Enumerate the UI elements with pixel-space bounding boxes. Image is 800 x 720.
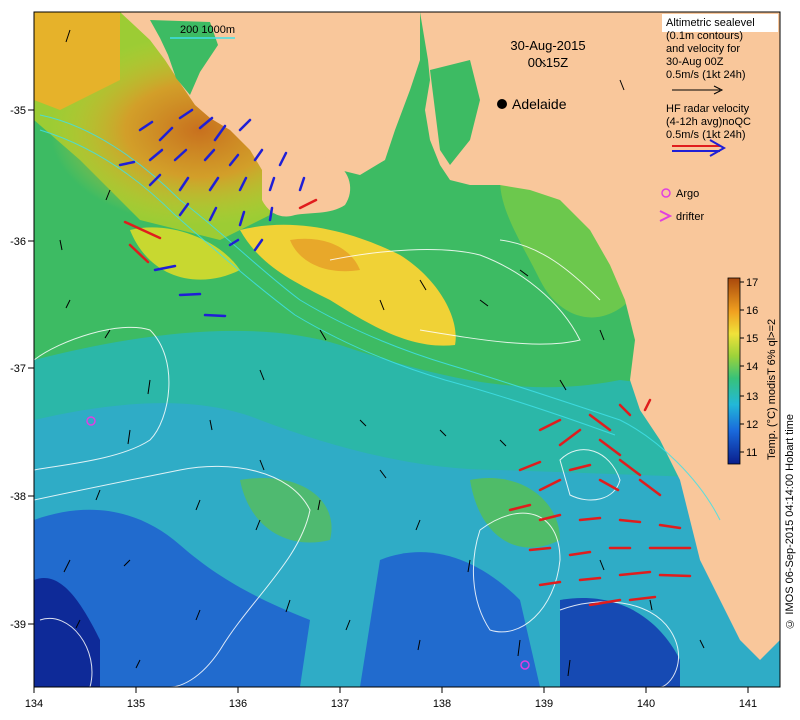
colorbar xyxy=(727,277,741,465)
legend-hf-line-3: 0.5m/s (1kt 24h) xyxy=(666,129,745,141)
colorbar-tick-15: 15 xyxy=(746,333,758,345)
city-label: Adelaide xyxy=(512,96,567,112)
lat-tick-38: -38 xyxy=(10,491,26,503)
lat-tick-37: -37 xyxy=(10,363,26,375)
sst-map: 134 135 136 137 138 139 140 141 -35 -36 … xyxy=(10,11,781,710)
colorbar-tick-12: 12 xyxy=(746,419,758,431)
lat-tick-35: -35 xyxy=(10,105,26,117)
lat-tick-39: -39 xyxy=(10,619,26,631)
lon-tick-137: 137 xyxy=(331,698,349,710)
legend-alt-line-2: (0.1m contours) xyxy=(666,30,743,42)
colorbar-tick-17: 17 xyxy=(746,277,758,289)
lon-tick-140: 140 xyxy=(637,698,655,710)
colorbar-tick-11: 11 xyxy=(746,447,757,459)
lon-tick-139: 139 xyxy=(535,698,553,710)
credit-label: © IMOS 06-Sep-2015 04:14:00 Hobart time xyxy=(784,414,796,630)
legend-alt-line-5: 0.5m/s (1kt 24h) xyxy=(666,69,745,81)
lon-tick-134: 134 xyxy=(25,698,43,710)
lon-tick-135: 135 xyxy=(127,698,145,710)
colorbar-tick-13: 13 xyxy=(746,391,758,403)
colorbar-title: Temp. (°C) modisT 6% ql>=2 xyxy=(766,319,778,460)
legend-hf-line-1: HF radar velocity xyxy=(666,103,750,115)
legend-alt-line-4: 30-Aug 00Z xyxy=(666,56,724,68)
city-marker xyxy=(497,99,507,109)
lat-tick-36: -36 xyxy=(10,236,26,248)
colorbar-tick-14: 14 xyxy=(746,361,758,373)
legend-hf-line-2: (4-12h avg)noQC xyxy=(666,116,751,128)
legend-alt-line-1: Altimetric sealevel xyxy=(666,17,755,29)
legend-alt-line-3: and velocity for xyxy=(666,43,740,55)
scale-label: 200 1000m xyxy=(180,24,235,36)
legend-drifter: drifter xyxy=(676,211,704,223)
date-label: 30-Aug-2015 xyxy=(510,38,585,53)
legend-argo: Argo xyxy=(676,188,699,200)
lon-tick-136: 136 xyxy=(229,698,247,710)
colorbar-tick-16: 16 xyxy=(746,305,758,317)
lon-tick-138: 138 xyxy=(433,698,451,710)
time-label: 00:15Z xyxy=(528,55,569,70)
lon-tick-141: 141 xyxy=(739,698,757,710)
